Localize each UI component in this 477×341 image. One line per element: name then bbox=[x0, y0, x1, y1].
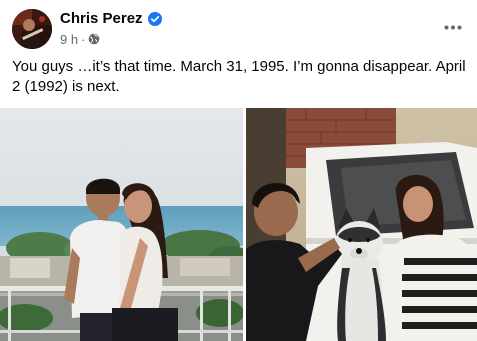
verified-badge-icon bbox=[147, 12, 162, 26]
photo-couple-balcony[interactable] bbox=[0, 108, 243, 341]
author-line: Chris Perez bbox=[60, 10, 162, 28]
author-name[interactable]: Chris Perez bbox=[60, 10, 143, 28]
meta-separator: · bbox=[81, 31, 86, 47]
photo-dog-car[interactable] bbox=[246, 108, 477, 341]
more-options-button[interactable] bbox=[441, 15, 465, 39]
author-block: Chris Perez 9 h · bbox=[60, 10, 162, 48]
post-header: Chris Perez 9 h · bbox=[12, 9, 465, 49]
photo-grid bbox=[0, 108, 477, 341]
globe-icon[interactable] bbox=[88, 33, 100, 45]
post-text: You guys …it’s that time. March 31, 1995… bbox=[12, 58, 466, 95]
facebook-post: Chris Perez 9 h · You guys …it’s that ti… bbox=[0, 0, 477, 341]
more-options-icon bbox=[444, 25, 462, 29]
post-timestamp[interactable]: 9 h bbox=[60, 32, 78, 47]
post-meta: 9 h · bbox=[60, 30, 162, 48]
avatar-image bbox=[12, 9, 52, 49]
avatar[interactable] bbox=[12, 9, 52, 49]
